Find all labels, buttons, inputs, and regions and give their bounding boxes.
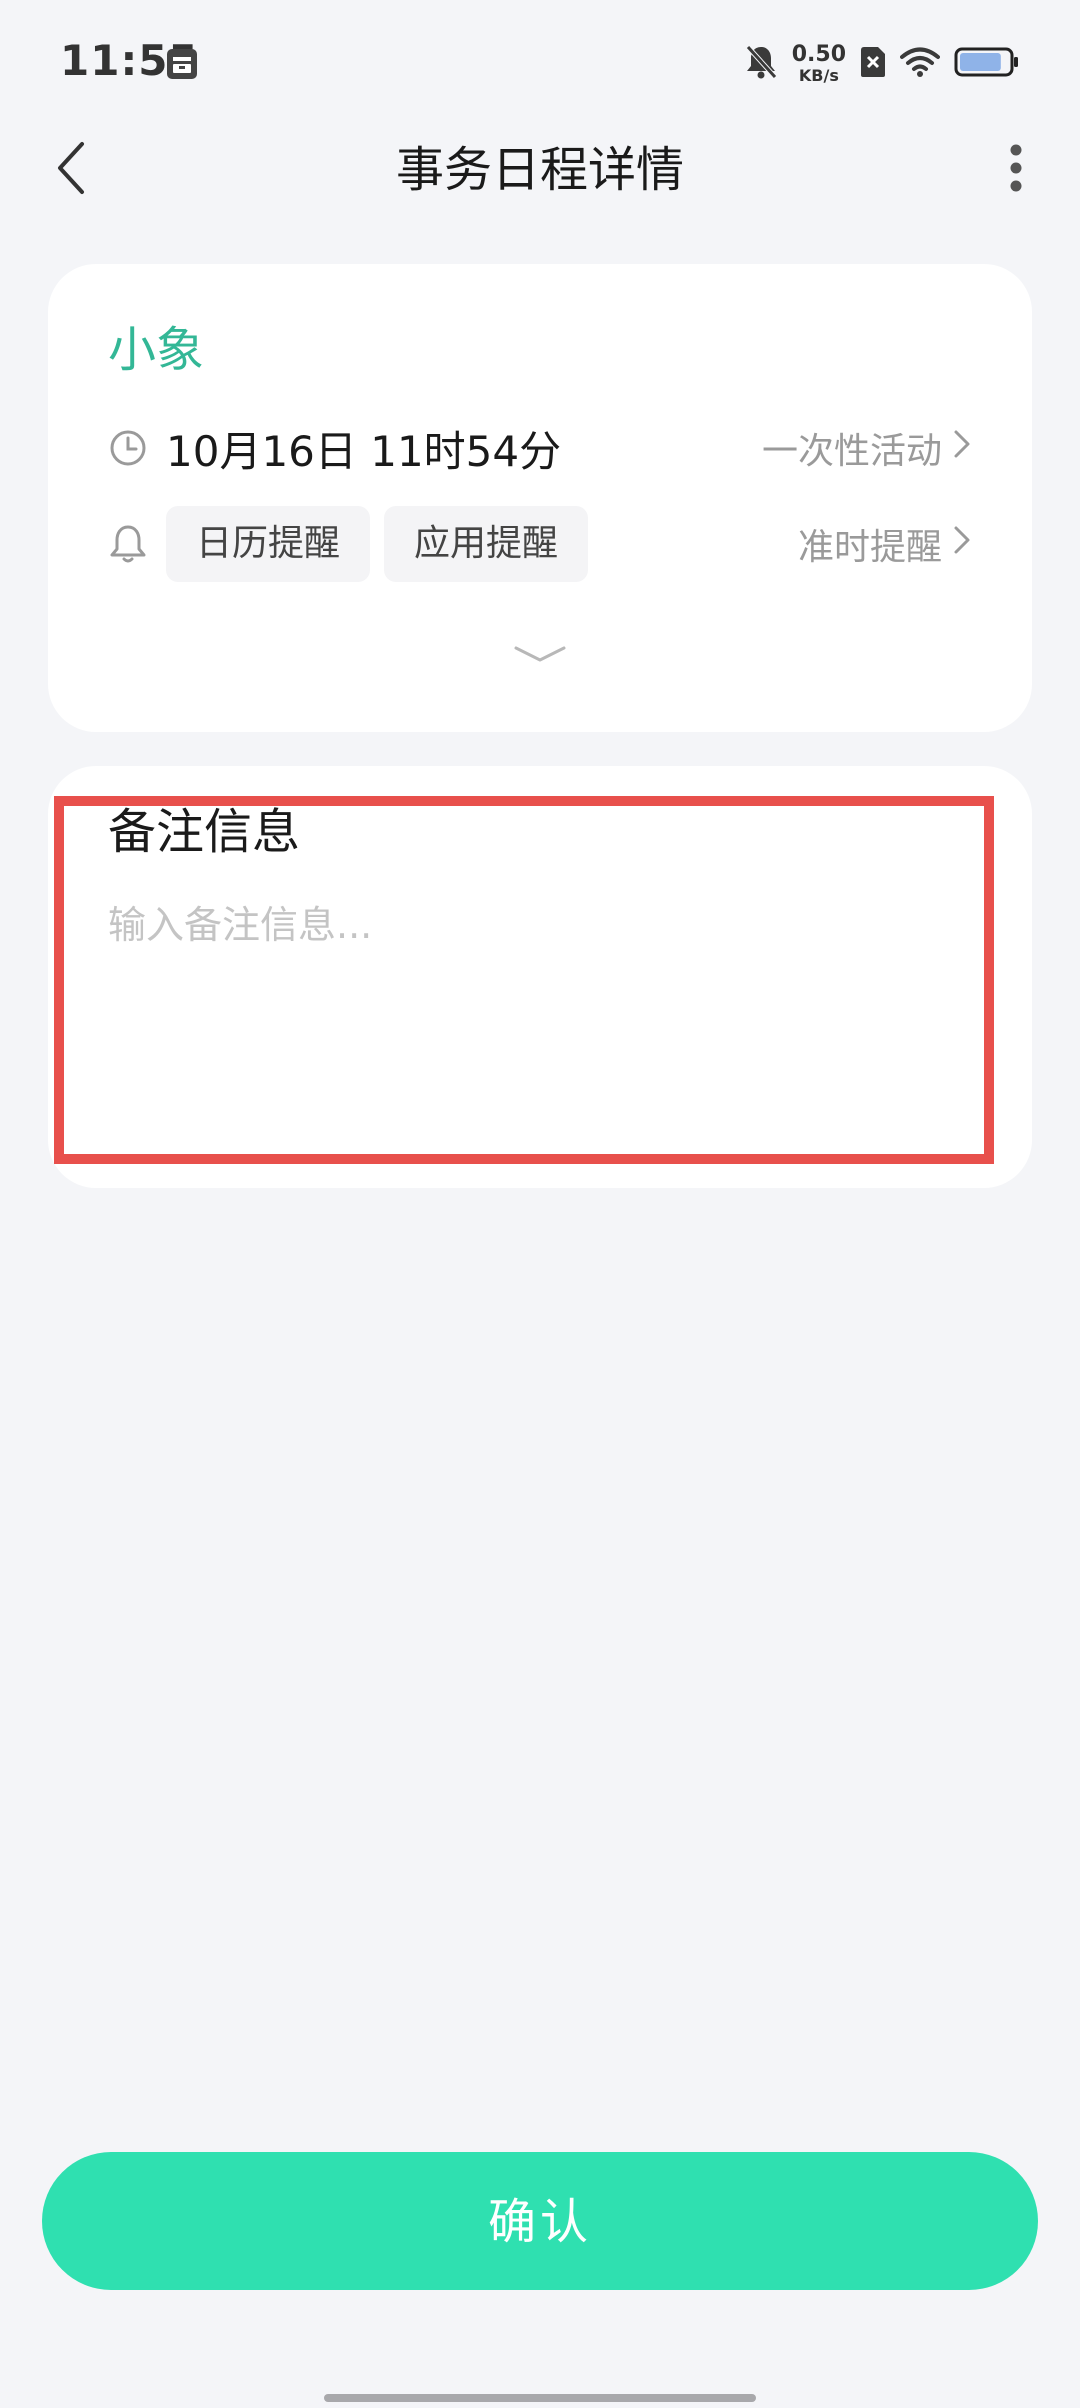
wifi-icon: [900, 46, 940, 82]
notes-card: 备注信息: [48, 766, 1032, 1188]
calendar-app-icon: [166, 46, 198, 80]
bell-icon: [108, 524, 148, 564]
chevron-right-icon: [952, 524, 972, 565]
event-time-row: 10月16日 11时54分 一次性活动: [108, 412, 972, 484]
calendar-reminder-chip[interactable]: 日历提醒: [166, 506, 371, 582]
page-title: 事务日程详情: [395, 142, 684, 198]
expand-button[interactable]: [512, 636, 568, 676]
app-reminder-chip[interactable]: 应用提醒: [384, 506, 589, 582]
more-button[interactable]: [992, 138, 1040, 202]
battery-icon: [954, 46, 1020, 82]
notes-input[interactable]: [108, 894, 968, 1114]
repeat-label: 一次性活动: [761, 431, 942, 472]
status-icons: 0.50 KB/s: [744, 36, 1020, 92]
home-indicator: [324, 2394, 756, 2402]
reminder-row: 日历提醒 应用提醒 准时提醒: [108, 506, 972, 582]
net-speed: 0.50 KB/s: [792, 44, 846, 84]
clock-icon: [108, 428, 148, 468]
net-speed-unit: KB/s: [798, 66, 839, 85]
notes-title: 备注信息: [108, 804, 301, 860]
app-header: 事务日程详情: [0, 128, 1080, 212]
reminder-timing-selector[interactable]: 准时提醒: [798, 518, 972, 570]
mute-bell-icon: [744, 44, 778, 84]
event-name[interactable]: 小象: [108, 320, 204, 380]
status-bar: 11:55 0.50 KB/s: [0, 0, 1080, 128]
sim-off-icon: [860, 46, 886, 82]
chevron-down-icon: [512, 642, 568, 670]
repeat-selector[interactable]: 一次性活动: [762, 422, 972, 474]
confirm-button[interactable]: 确认: [42, 2152, 1038, 2290]
net-speed-value: 0.50: [791, 42, 846, 67]
chevron-right-icon: [952, 428, 972, 469]
event-datetime[interactable]: 10月16日 11时54分: [166, 418, 561, 479]
reminder-timing-label: 准时提醒: [797, 527, 942, 568]
more-vertical-icon: [1008, 144, 1024, 196]
event-detail-card: 小象 10月16日 11时54分 一次性活动 日历提醒 应用提醒 准时提醒: [48, 264, 1032, 732]
